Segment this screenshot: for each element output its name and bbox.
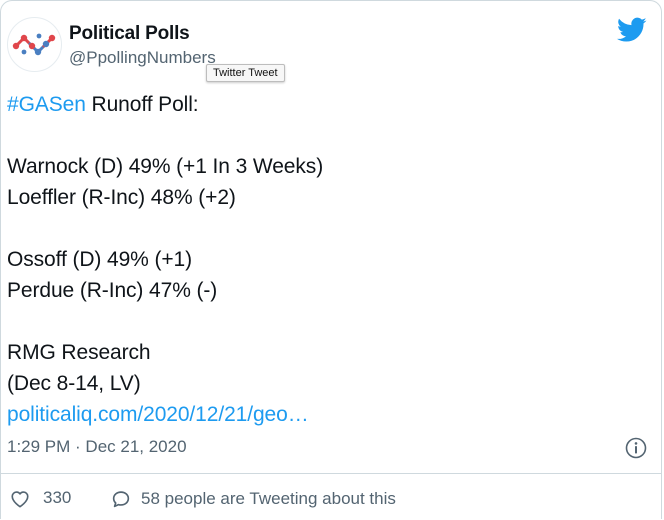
- twitter-bird-icon[interactable]: [617, 17, 647, 43]
- tweet-timestamp[interactable]: 1:29 PM · Dec 21, 2020: [7, 437, 187, 457]
- article-link[interactable]: politicaliq.com/2020/12/21/geo…: [7, 403, 309, 426]
- tweet-line: Perdue (R-Inc) 47% (-): [7, 279, 218, 302]
- tweet-line: RMG Research: [7, 341, 151, 364]
- reply-text: 58 people are Tweeting about this: [141, 489, 396, 508]
- tweet-line-text: Runoff Poll:: [85, 93, 199, 116]
- tweet-card: Political Polls @PpollingNumbers Twitter…: [0, 0, 662, 519]
- tweet-text: #GASen Runoff Poll: Warnock (D) 49% (+1 …: [7, 89, 323, 430]
- tweet-line: #GASen Runoff Poll:: [7, 89, 323, 120]
- like-button[interactable]: 330: [9, 488, 71, 508]
- speech-bubble-icon: [112, 491, 130, 508]
- divider: [1, 473, 661, 474]
- tooltip: Twitter Tweet: [206, 64, 285, 82]
- author-display-name[interactable]: Political Polls: [69, 23, 190, 45]
- political-polls-logo-icon: [12, 33, 56, 56]
- tweet-line: Loeffler (R-Inc) 48% (+2): [7, 186, 236, 209]
- tweet-line: Ossoff (D) 49% (+1): [7, 248, 193, 271]
- tweet-line: (Dec 8-14, LV): [7, 372, 141, 395]
- hashtag-link[interactable]: #GASen: [7, 93, 86, 116]
- heart-icon: [11, 491, 29, 508]
- tweet-line: politicaliq.com/2020/12/21/geo…: [7, 399, 323, 430]
- tweet-line: Warnock (D) 49% (+1 In 3 Weeks): [7, 155, 324, 178]
- author-handle[interactable]: @PpollingNumbers: [69, 48, 216, 68]
- tweet-actions: 330 58 people are Tweeting about this: [1, 475, 661, 520]
- avatar[interactable]: [7, 17, 62, 72]
- reply-button[interactable]: 58 people are Tweeting about this: [110, 488, 396, 510]
- info-icon[interactable]: [625, 437, 647, 459]
- like-count: 330: [43, 488, 72, 507]
- tweet-header: Political Polls @PpollingNumbers Twitter…: [1, 1, 661, 82]
